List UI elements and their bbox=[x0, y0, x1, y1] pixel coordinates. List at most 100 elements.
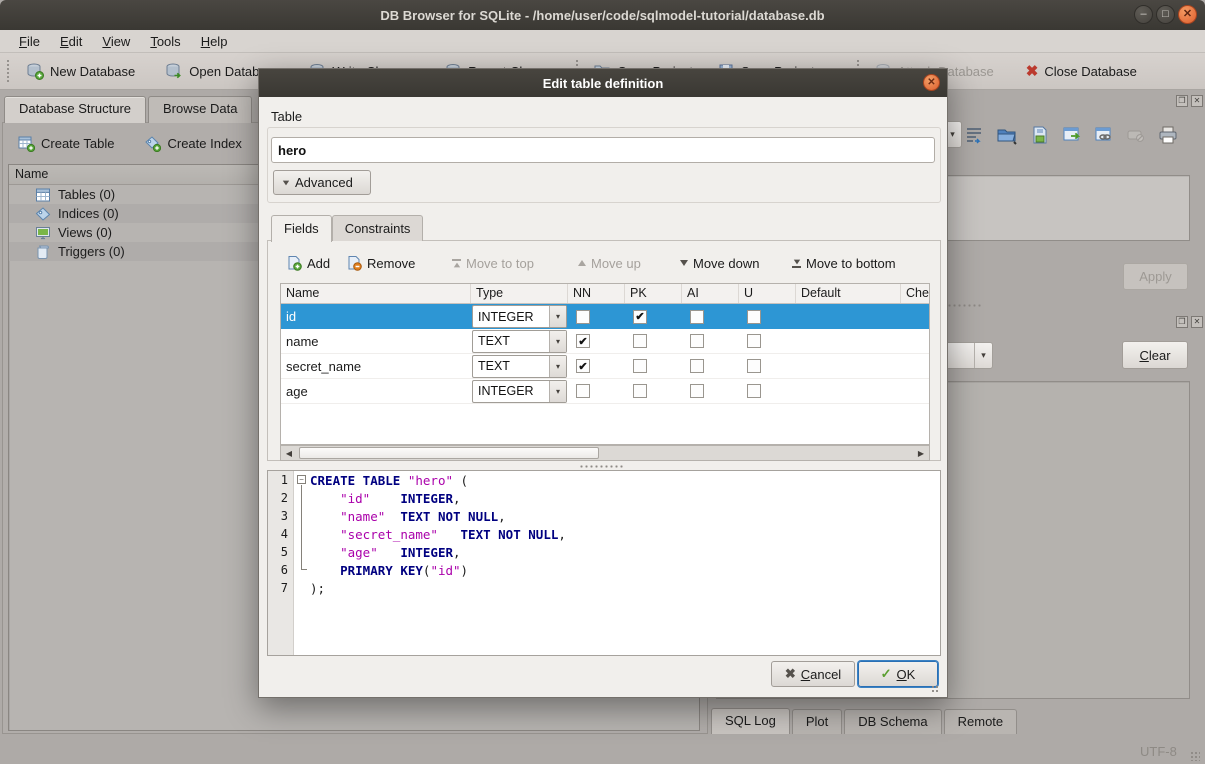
dock-splitter-handle[interactable] bbox=[942, 303, 982, 308]
print-icon[interactable] bbox=[1158, 125, 1178, 145]
field-row[interactable]: idINTEGER▾ ✔ bbox=[281, 304, 929, 329]
set-null-icon[interactable] bbox=[1126, 125, 1146, 145]
tab-remote[interactable]: Remote bbox=[944, 709, 1018, 734]
table-name-input[interactable] bbox=[271, 137, 935, 163]
field-row[interactable]: nameTEXT▾ ✔ bbox=[281, 329, 929, 354]
pk-checkbox[interactable] bbox=[633, 334, 647, 348]
fields-hscrollbar[interactable]: ◀ ▶ bbox=[280, 445, 930, 461]
field-name-cell[interactable]: secret_name bbox=[281, 354, 471, 378]
clear-log-button[interactable]: Clear bbox=[1122, 341, 1188, 369]
fold-collapse-icon[interactable]: − bbox=[297, 475, 306, 484]
new-database-button[interactable]: New Database bbox=[19, 57, 142, 85]
encoding-indicator[interactable]: UTF-8 bbox=[1140, 744, 1177, 759]
field-row[interactable]: secret_nameTEXT▾ ✔ bbox=[281, 354, 929, 379]
col-header-ai[interactable]: AI bbox=[682, 284, 739, 303]
field-row[interactable]: ageINTEGER▾ bbox=[281, 379, 929, 404]
col-header-name[interactable]: Name bbox=[281, 284, 471, 303]
cancel-button[interactable]: ✖ Cancel bbox=[771, 661, 855, 687]
u-checkbox[interactable] bbox=[747, 359, 761, 373]
export-text-icon[interactable] bbox=[1030, 125, 1050, 145]
ai-checkbox[interactable] bbox=[690, 359, 704, 373]
maximize-button[interactable]: □ bbox=[1156, 5, 1175, 24]
dialog-splitter-handle[interactable] bbox=[579, 464, 623, 469]
field-name-cell[interactable]: age bbox=[281, 379, 471, 403]
ai-checkbox[interactable] bbox=[690, 310, 704, 324]
menu-tools[interactable]: Tools bbox=[141, 32, 189, 51]
import-text-icon[interactable] bbox=[996, 125, 1018, 145]
check-cell[interactable] bbox=[901, 329, 930, 353]
tab-db-schema[interactable]: DB Schema bbox=[844, 709, 941, 734]
type-combobox[interactable]: INTEGER▾ bbox=[472, 305, 567, 328]
menu-help[interactable]: Help bbox=[192, 32, 237, 51]
pk-checkbox[interactable] bbox=[633, 384, 647, 398]
check-cell[interactable] bbox=[901, 354, 930, 378]
dock-close-icon[interactable]: ✕ bbox=[1191, 316, 1203, 328]
ai-checkbox[interactable] bbox=[690, 384, 704, 398]
menu-view[interactable]: View bbox=[93, 32, 139, 51]
type-combobox[interactable]: TEXT▾ bbox=[472, 330, 567, 353]
link-icon[interactable] bbox=[1094, 125, 1114, 145]
close-database-button[interactable]: ✖ Close Database bbox=[1019, 57, 1144, 85]
pk-checkbox[interactable]: ✔ bbox=[633, 310, 647, 324]
move-to-bottom-button[interactable]: Move to bottom bbox=[788, 251, 900, 275]
dock-close-icon[interactable]: ✕ bbox=[1191, 95, 1203, 107]
default-cell[interactable] bbox=[796, 304, 901, 329]
create-table-button[interactable]: Create Table bbox=[12, 131, 120, 156]
word-wrap-icon[interactable] bbox=[964, 125, 984, 145]
default-cell[interactable] bbox=[796, 379, 901, 403]
sql-preview[interactable]: 1234567 − CREATE TABLE "hero" ( "id" INT… bbox=[267, 470, 941, 656]
check-cell[interactable] bbox=[901, 304, 930, 329]
check-cell[interactable] bbox=[901, 379, 930, 403]
dialog-resize-grip[interactable] bbox=[931, 685, 940, 694]
col-header-check[interactable]: Check bbox=[901, 284, 930, 303]
default-cell[interactable] bbox=[796, 354, 901, 378]
tab-plot[interactable]: Plot bbox=[792, 709, 842, 734]
pk-checkbox[interactable] bbox=[633, 359, 647, 373]
col-header-type[interactable]: Type bbox=[471, 284, 568, 303]
move-to-top-button[interactable]: Move to top bbox=[448, 251, 538, 275]
resize-grip[interactable] bbox=[1190, 751, 1200, 761]
scroll-left-icon[interactable]: ◀ bbox=[281, 446, 297, 460]
u-checkbox[interactable] bbox=[747, 384, 761, 398]
move-up-button[interactable]: Move up bbox=[574, 251, 645, 275]
open-external-icon[interactable] bbox=[1062, 125, 1082, 145]
add-field-button[interactable]: Add bbox=[282, 251, 334, 275]
toolbar-drag-handle[interactable] bbox=[6, 59, 11, 83]
create-index-button[interactable]: Create Index bbox=[138, 131, 247, 156]
nn-checkbox[interactable] bbox=[576, 384, 590, 398]
ai-checkbox[interactable] bbox=[690, 334, 704, 348]
tab-sql-log[interactable]: SQL Log bbox=[711, 708, 790, 734]
nn-checkbox[interactable]: ✔ bbox=[576, 359, 590, 373]
nn-checkbox[interactable] bbox=[576, 310, 590, 324]
scroll-right-icon[interactable]: ▶ bbox=[913, 446, 929, 460]
apply-button[interactable]: Apply bbox=[1123, 263, 1188, 290]
dock-float-icon[interactable]: ❐ bbox=[1176, 95, 1188, 107]
tab-fields[interactable]: Fields bbox=[271, 215, 332, 242]
type-combobox[interactable]: TEXT▾ bbox=[472, 355, 567, 378]
tab-database-structure[interactable]: Database Structure bbox=[4, 96, 146, 123]
move-down-button[interactable]: Move down bbox=[676, 251, 763, 275]
col-header-nn[interactable]: NN bbox=[568, 284, 625, 303]
remove-field-button[interactable]: Remove bbox=[342, 251, 419, 275]
scroll-thumb[interactable] bbox=[299, 447, 599, 459]
tab-constraints[interactable]: Constraints bbox=[332, 215, 424, 241]
close-button[interactable]: ✕ bbox=[1178, 5, 1197, 24]
dock-float-icon[interactable]: ❐ bbox=[1176, 316, 1188, 328]
type-combobox[interactable]: INTEGER▾ bbox=[472, 380, 567, 403]
dialog-close-icon[interactable]: ✕ bbox=[923, 74, 940, 91]
tab-browse-data[interactable]: Browse Data bbox=[148, 96, 252, 123]
ok-button[interactable]: ✓ OK bbox=[858, 661, 938, 687]
col-header-u[interactable]: U bbox=[739, 284, 796, 303]
u-checkbox[interactable] bbox=[747, 310, 761, 324]
menu-edit[interactable]: Edit bbox=[51, 32, 91, 51]
nn-checkbox[interactable]: ✔ bbox=[576, 334, 590, 348]
field-name-cell[interactable]: name bbox=[281, 329, 471, 353]
u-checkbox[interactable] bbox=[747, 334, 761, 348]
menu-file[interactable]: File bbox=[10, 32, 49, 51]
col-header-pk[interactable]: PK bbox=[625, 284, 682, 303]
col-header-default[interactable]: Default bbox=[796, 284, 901, 303]
default-cell[interactable] bbox=[796, 329, 901, 353]
advanced-button[interactable]: Advanced bbox=[273, 170, 371, 195]
field-name-cell[interactable]: id bbox=[281, 304, 471, 329]
minimize-button[interactable]: – bbox=[1134, 5, 1153, 24]
